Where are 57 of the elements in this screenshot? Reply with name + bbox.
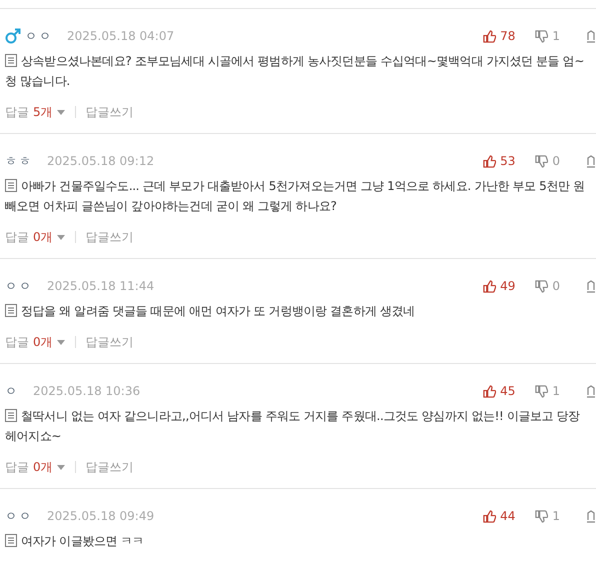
comment-text: 아빠가 건물주일수도... 근데 부모가 대출받아서 5천가져오는거면 그냥 1억으로 하세요. 가난한 부모 5천만 원빼오면 어차피 글쓴님이 갚아야하는건데 굳이 왜 그렇게 하나요?: [5, 178, 586, 215]
comment-date: 2025.05.18 10:36: [33, 383, 140, 400]
thumbs-down-icon: [535, 510, 548, 522]
replies-toggle[interactable]: 답글 0개: [5, 458, 65, 476]
thumbs-up-icon: [483, 30, 496, 42]
caret-icon: [56, 464, 65, 470]
memo-icon: [5, 409, 17, 422]
write-reply-link[interactable]: 답글쓰기: [86, 103, 134, 121]
comment-text: 철딱서니 없는 여자 같으니라고,,어디서 남자를 주워도 거지를 주웠대..그것도 양심까지 없는!! 이글보고 당장 헤어지쇼~: [5, 408, 581, 445]
comment-date: 2025.05.18 04:07: [67, 28, 174, 45]
thumbs-up-icon: [483, 280, 496, 292]
memo-icon: [5, 534, 17, 547]
author-name[interactable]: ㅎㅎ: [5, 152, 33, 170]
like-button[interactable]: 53: [483, 152, 516, 170]
dislike-button[interactable]: 1: [535, 27, 560, 45]
comment-date: 2025.05.18 11:44: [47, 278, 154, 295]
report-icon[interactable]: [586, 384, 596, 398]
replies-toggle[interactable]: 답글 5개: [5, 103, 65, 121]
caret-icon: [56, 340, 65, 344]
author-name[interactable]: ㅇㅇ: [5, 277, 33, 295]
memo-icon: [5, 179, 17, 192]
thumbs-down-icon: [535, 384, 548, 398]
write-reply-link[interactable]: 답글쓰기: [86, 333, 134, 351]
comment-date: 2025.05.18 09:49: [47, 508, 154, 525]
report-icon[interactable]: [586, 280, 596, 292]
write-reply-link[interactable]: 답글쓰기: [86, 228, 134, 246]
like-button[interactable]: 49: [483, 277, 516, 295]
comment-text: 상속받으셨나본데요? 조부모님세대 시골에서 평범하게 농사짓던분들 수십억대~몇백억대 가지셨던 분들 엄~청 많습니다.: [5, 53, 585, 90]
dislike-button[interactable]: 0: [535, 152, 560, 170]
thumbs-up-icon: [483, 510, 496, 522]
report-icon[interactable]: [586, 154, 596, 168]
comment-text: 여자가 이글봤으면 ㅋㅋ: [5, 531, 596, 551]
thumbs-down-icon: [535, 280, 548, 292]
dislike-button[interactable]: 0: [535, 277, 560, 295]
replies-toggle[interactable]: 답글 0개: [5, 228, 65, 246]
like-button[interactable]: 44: [483, 507, 516, 525]
author-name[interactable]: ㅇ: [5, 382, 19, 400]
like-button[interactable]: 78: [483, 27, 516, 45]
memo-icon: [5, 304, 17, 317]
write-reply-link[interactable]: 답글쓰기: [86, 458, 134, 476]
author-name[interactable]: ㅇㅇ: [25, 27, 53, 45]
replies-toggle[interactable]: 답글 0개: [5, 333, 65, 351]
thumbs-down-icon: [535, 154, 548, 168]
thumbs-down-icon: [535, 30, 548, 42]
report-icon[interactable]: [586, 510, 596, 522]
author-name[interactable]: ㅇㅇ: [5, 507, 33, 525]
memo-icon: [5, 54, 17, 67]
caret-icon: [56, 110, 65, 114]
dislike-button[interactable]: 1: [535, 382, 560, 400]
report-icon[interactable]: [586, 30, 596, 42]
comment-text: 정답을 왜 알려줌 댓글들 때문에 애먼 여자가 또 거렁뱅이랑 결혼하게 생겼네: [5, 301, 596, 321]
caret-icon: [56, 234, 65, 240]
like-button[interactable]: 45: [483, 382, 516, 400]
thumbs-up-icon: [483, 384, 496, 398]
thumbs-up-icon: [483, 154, 496, 168]
dislike-button[interactable]: 1: [535, 507, 560, 525]
comment-date: 2025.05.18 09:12: [47, 153, 154, 170]
